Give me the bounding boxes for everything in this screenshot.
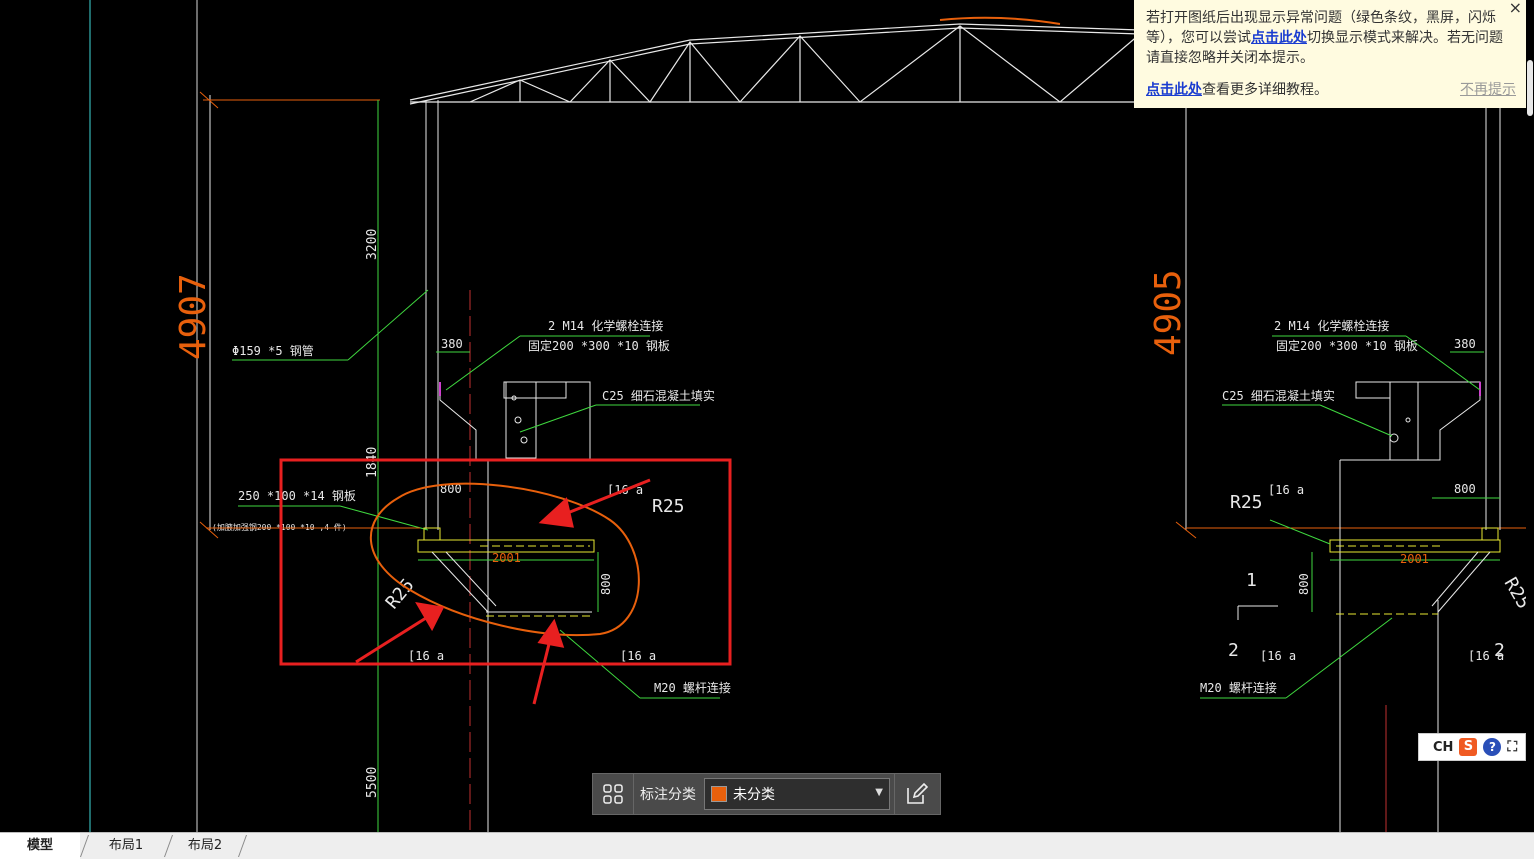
sogou-logo-icon[interactable]: S <box>1459 738 1478 756</box>
left-plate-label: 250 *100 *14 钢板 <box>238 489 356 503</box>
help-icon[interactable]: ? <box>1483 738 1502 756</box>
left-radius-2: R25 <box>382 575 419 613</box>
right-dim-800-top: 800 <box>1454 482 1476 496</box>
right-total-height: 4905 <box>1148 269 1189 356</box>
right-bolt-m20: M20 螺杆连接 <box>1200 680 1277 695</box>
right-radius-1: R25 <box>1230 492 1263 513</box>
roof-truss <box>409 23 1141 105</box>
left-dim-3200: 3200 <box>365 229 380 260</box>
display-notice-banner: × 若打开图纸后出现显示异常问题（绿色条纹，黑屏，闪烁等），您可以尝试点击此处切… <box>1134 0 1526 108</box>
left-detail: 4907 3200 1840 5500 Φ159 *5 钢管 2 M14 化学螺… <box>173 91 732 832</box>
annotation-category-label: 标注分类 <box>640 787 696 803</box>
right-detail: 4905 2 M14 化学螺栓连接 固定200 *300 *10 钢板 380 … <box>1148 100 1534 832</box>
vertical-scrollbar[interactable] <box>1526 0 1534 832</box>
notice-text-3: 查看更多详细教程。 <box>1202 82 1328 98</box>
right-width-380: 380 <box>1454 337 1476 351</box>
right-bolt-label-2: 固定200 *300 *10 钢板 <box>1276 338 1418 353</box>
grid-icon <box>603 784 623 804</box>
edit-category-button[interactable] <box>894 774 937 814</box>
dont-show-again-link[interactable]: 不再提示 <box>1460 80 1516 100</box>
left-pipe-label: Φ159 *5 钢管 <box>232 343 314 358</box>
left-width-380: 380 <box>441 337 463 351</box>
left-total-height: 4907 <box>173 273 214 360</box>
tutorial-link[interactable]: 点击此处 <box>1146 82 1202 98</box>
switch-display-mode-link[interactable]: 点击此处 <box>1251 30 1307 46</box>
scrollbar-thumb[interactable] <box>1527 60 1533 116</box>
right-section-2a: 2 <box>1228 640 1239 661</box>
right-section-2b: 2 <box>1494 640 1505 661</box>
tab-layout-1[interactable]: 布局1 <box>88 833 164 859</box>
tab-model[interactable]: 模型 <box>0 833 80 859</box>
category-color-swatch <box>711 786 727 802</box>
right-channel-tl: [16 a <box>1268 483 1304 497</box>
left-bolt-label-2: 固定200 *300 *10 钢板 <box>528 338 670 353</box>
annotation-category-select[interactable]: 未分类 ▼ <box>704 778 890 810</box>
left-channel-bl: [16 a <box>408 649 444 663</box>
left-support-label: (加腋加强钢200 *100 *10 ,4 件) <box>212 522 347 532</box>
category-selected-value: 未分类 <box>733 787 775 803</box>
left-dim-800-side: 800 <box>599 573 613 595</box>
left-dim-2001: 2001 <box>492 551 521 565</box>
notice-footer: 点击此处查看更多详细教程。 不再提示 <box>1146 80 1516 100</box>
ime-lang-indicator[interactable]: CH <box>1433 740 1453 755</box>
layout-tab-bar: 模型 布局1 布局2 <box>0 832 1534 859</box>
right-bolt-label-1: 2 M14 化学螺栓连接 <box>1274 318 1389 333</box>
right-dim-800-side: 800 <box>1297 573 1311 595</box>
left-bolt-label-1: 2 M14 化学螺栓连接 <box>548 318 663 333</box>
grid-view-button[interactable] <box>593 774 634 814</box>
right-channel-bl: [16 a <box>1260 649 1296 663</box>
tab-separator <box>237 835 248 857</box>
left-bolt-m20: M20 螺杆连接 <box>654 680 731 695</box>
cad-drawing-canvas[interactable]: 4907 3200 1840 5500 Φ159 *5 钢管 2 M14 化学螺… <box>0 0 1534 832</box>
right-dim-2001: 2001 <box>1400 552 1429 566</box>
right-section-1: 1 <box>1246 570 1257 591</box>
left-concrete-label: C25 细石混凝土填实 <box>602 388 715 403</box>
left-channel-br: [16 a <box>620 649 656 663</box>
tab-layout-2[interactable]: 布局2 <box>172 833 238 859</box>
edit-icon <box>907 782 928 804</box>
expand-icon[interactable]: ⛶ <box>1507 739 1517 755</box>
left-dim-1840: 1840 <box>365 447 380 478</box>
dropdown-caret-icon: ▼ <box>875 787 883 798</box>
right-concrete-label: C25 细石混凝土填实 <box>1222 388 1335 403</box>
notice-close-icon[interactable]: × <box>1509 0 1522 18</box>
left-radius-1: R25 <box>652 496 685 517</box>
left-dim-5500: 5500 <box>365 767 380 798</box>
annotation-category-toolbar: 标注分类 未分类 ▼ <box>592 773 941 815</box>
ime-toolbar[interactable]: CH S ? ⛶ <box>1418 733 1526 761</box>
